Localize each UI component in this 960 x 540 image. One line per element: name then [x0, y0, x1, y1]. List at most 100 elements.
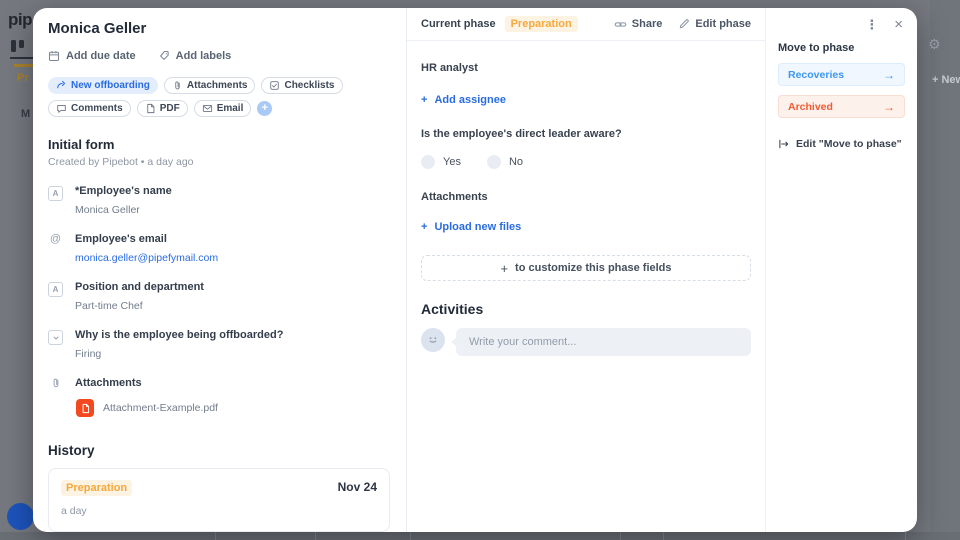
activities-title: Activities: [421, 301, 751, 317]
move-option-label: Archived: [788, 101, 833, 113]
field-value-email-link[interactable]: monica.geller@pipefymail.com: [75, 252, 218, 264]
bar-arrow-icon: [778, 138, 790, 150]
pill-new-offboarding[interactable]: New offboarding: [48, 77, 158, 94]
phase-header: Current phase Preparation Share Edit pha…: [407, 8, 765, 41]
phase-tab-partial: Pr: [17, 72, 29, 84]
paperclip-icon: [172, 80, 183, 91]
arrow-right-icon: →: [883, 100, 895, 114]
pill-comments[interactable]: Comments: [48, 100, 131, 117]
radio-option-yes[interactable]: Yes: [421, 155, 461, 169]
radio-circle[interactable]: [487, 155, 501, 169]
share-button[interactable]: Share: [614, 18, 663, 31]
pill-label: Attachments: [187, 80, 248, 91]
add-due-date-label: Add due date: [66, 50, 136, 62]
current-phase-label: Current phase: [421, 18, 496, 30]
pill-attachments[interactable]: Attachments: [164, 77, 256, 94]
dropdown-field-icon: [48, 330, 63, 345]
card-detail-modal: Monica Geller Add due date Add labels Ne…: [33, 8, 917, 532]
kebab-menu-icon[interactable]: ⋮: [865, 17, 878, 33]
plus-icon: +: [421, 94, 427, 106]
plus-icon: +: [421, 221, 427, 233]
arrow-right-icon: →: [883, 68, 895, 82]
gear-icon: ⚙: [928, 36, 941, 53]
field-value[interactable]: Part-time Chef: [75, 300, 204, 312]
background-board-bottom: [0, 532, 960, 540]
attachments-field-label: Attachments: [421, 191, 751, 203]
field-value[interactable]: Monica Geller: [75, 204, 172, 216]
history-duration: a day: [61, 505, 377, 517]
current-phase-badge: Preparation: [505, 16, 578, 32]
comment-input[interactable]: Write your comment...: [456, 328, 751, 356]
move-to-phase-title: Move to phase: [778, 42, 905, 54]
comment-placeholder: Write your comment...: [469, 336, 576, 348]
quick-actions: Add due date Add labels: [48, 50, 390, 62]
link-icon: [614, 18, 627, 31]
at-sign-icon: @: [48, 233, 63, 264]
initial-form-subtitle: Created by Pipebot • a day ago: [48, 156, 390, 168]
help-floating-button[interactable]: [7, 503, 34, 530]
add-due-date-button[interactable]: Add due date: [48, 50, 136, 62]
board-view-icon: [11, 40, 25, 52]
attachment-file[interactable]: Attachment-Example.pdf: [76, 399, 218, 417]
pill-pdf[interactable]: PDF: [137, 100, 188, 117]
field-label: Employee's email: [75, 233, 218, 245]
question-field-label: Is the employee's direct leader aware?: [421, 128, 751, 140]
upload-files-button[interactable]: + Upload new files: [421, 221, 521, 233]
offboarding-icon: [56, 80, 67, 91]
pencil-icon: [678, 18, 690, 30]
customize-phase-fields-button[interactable]: + to customize this phase fields: [421, 255, 751, 281]
new-phase-button-partial: + New: [932, 74, 960, 86]
field-label: Attachments: [75, 377, 218, 389]
add-labels-label: Add labels: [176, 50, 232, 62]
attachment-file-name: Attachment-Example.pdf: [103, 402, 218, 414]
field-label: *Employee's name: [75, 185, 172, 197]
upload-files-label: Upload new files: [434, 221, 521, 233]
add-labels-button[interactable]: Add labels: [158, 50, 232, 62]
radio-label: Yes: [443, 156, 461, 168]
field-employee-name: A *Employee's name Monica Geller: [48, 185, 390, 216]
field-label: Position and department: [75, 281, 204, 293]
move-to-recoveries-button[interactable]: Recoveries →: [778, 63, 905, 86]
field-value[interactable]: Firing: [75, 348, 283, 360]
current-phase-column: Current phase Preparation Share Edit pha…: [407, 8, 765, 532]
pill-label: Comments: [71, 103, 123, 114]
move-to-phase-panel: ⋮ × Move to phase Recoveries → Archived …: [765, 8, 917, 532]
edit-move-to-phase-button[interactable]: Edit "Move to phase": [778, 138, 905, 150]
plus-icon: +: [500, 261, 508, 276]
text-field-icon: A: [48, 186, 63, 201]
history-phase-badge: Preparation: [61, 480, 132, 496]
smiley-icon: [426, 333, 440, 347]
add-pill-button[interactable]: +: [257, 101, 272, 116]
radio-circle[interactable]: [421, 155, 435, 169]
file-icon: [145, 103, 156, 114]
pill-checklists[interactable]: Checklists: [261, 77, 342, 94]
add-assignee-button[interactable]: + Add assignee: [421, 94, 506, 106]
radio-option-no[interactable]: No: [487, 155, 523, 169]
pill-label: Checklists: [284, 80, 334, 91]
history-entry: Preparation Nov 24 a day: [48, 468, 390, 532]
phase-tab-accent: [14, 64, 33, 67]
pill-label: New offboarding: [71, 80, 150, 91]
checklist-icon: [269, 80, 280, 91]
radio-label: No: [509, 156, 523, 168]
history-title: History: [48, 443, 390, 458]
move-option-label: Recoveries: [788, 69, 844, 81]
field-offboard-reason: Why is the employee being offboarded? Fi…: [48, 329, 390, 360]
comment-icon: [56, 103, 67, 114]
field-label: Why is the employee being offboarded?: [75, 329, 283, 341]
edit-phase-button[interactable]: Edit phase: [678, 18, 751, 30]
card-pill-bar: New offboarding Attachments Checklists C…: [48, 77, 390, 117]
close-icon[interactable]: ×: [894, 16, 903, 33]
comment-composer: Write your comment...: [421, 328, 751, 356]
label-icon: [158, 50, 170, 62]
move-to-archived-button[interactable]: Archived →: [778, 95, 905, 118]
pill-label: PDF: [160, 103, 180, 114]
avatar: [421, 328, 445, 352]
plus-icon: +: [262, 103, 268, 114]
add-assignee-label: Add assignee: [434, 94, 506, 106]
pill-email[interactable]: Email: [194, 100, 252, 117]
field-employee-email: @ Employee's email monica.geller@pipefym…: [48, 233, 390, 264]
calendar-icon: [48, 50, 60, 62]
pdf-file-icon: [76, 399, 94, 417]
radio-group: Yes No: [421, 155, 751, 169]
